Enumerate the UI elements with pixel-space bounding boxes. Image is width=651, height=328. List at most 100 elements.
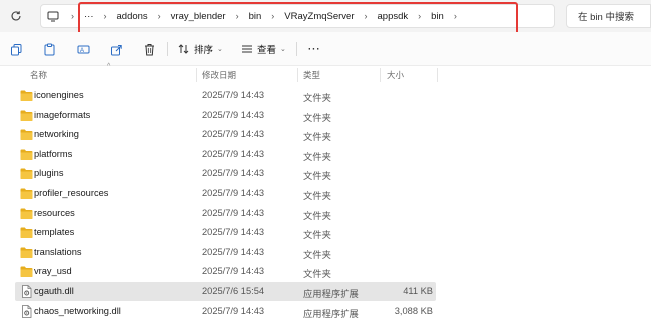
folder-icon: [20, 265, 33, 278]
column-header-type[interactable]: 类型: [303, 69, 320, 81]
folder-row[interactable]: profiler_resources 2025/7/9 14:43 文件夹: [0, 184, 651, 204]
column-header-date[interactable]: 修改日期: [202, 69, 236, 81]
copy-button[interactable]: [7, 40, 25, 58]
modified-date: 2025/7/9 14:43: [202, 129, 265, 140]
breadcrumb-separator[interactable]: ›: [412, 11, 427, 21]
file-type: 应用程序扩展: [303, 308, 359, 319]
breadcrumb-separator[interactable]: ›: [265, 11, 280, 21]
address-bar[interactable]: › ··· › addons › vray_blender › bin › VR…: [40, 4, 555, 28]
breadcrumb-item-appsdk[interactable]: appsdk: [374, 11, 413, 22]
file-name: iconengines: [34, 90, 84, 100]
share-button[interactable]: [107, 40, 125, 58]
folder-icon: [20, 207, 33, 220]
dll-file-icon: [20, 285, 33, 298]
file-type: 文件夹: [303, 132, 331, 143]
file-row[interactable]: cgauth.dll 2025/7/6 15:54 应用程序扩展 411 KB: [0, 281, 651, 302]
modified-date: 2025/7/9 14:43: [202, 90, 265, 100]
view-icon: [242, 45, 252, 53]
column-header-name[interactable]: 名称: [30, 69, 47, 81]
paste-icon: [44, 43, 54, 55]
svg-text:A: A: [80, 48, 84, 54]
dll-file-icon: [20, 304, 33, 318]
modified-date: 2025/7/9 14:43: [202, 266, 265, 277]
more-options-button[interactable]: ···: [308, 40, 321, 58]
column-header-row: ^ 名称 修改日期 类型 大小: [0, 63, 651, 84]
file-list: iconengines 2025/7/9 14:43 文件夹 imageformats…: [0, 86, 651, 321]
folder-icon: [20, 109, 33, 122]
modified-date: 2025/7/9 14:43: [202, 207, 265, 218]
this-pc-icon[interactable]: [41, 11, 65, 22]
breadcrumb-item-bin-current[interactable]: bin: [427, 11, 448, 22]
breadcrumb-separator[interactable]: ›: [448, 11, 463, 21]
folder-row[interactable]: networking 2025/7/9 14:43 文件夹: [0, 125, 651, 145]
folder-row[interactable]: templates 2025/7/9 14:43 文件夹: [0, 223, 651, 243]
breadcrumb-item-vrayzmqserver[interactable]: VRayZmqServer: [280, 11, 358, 22]
sort-icon: [178, 44, 189, 54]
refresh-button[interactable]: [6, 6, 26, 26]
column-resize-handle[interactable]: [297, 68, 298, 82]
paste-button[interactable]: [40, 40, 58, 58]
file-row[interactable]: chaos_networking.dll 2025/7/9 14:43 应用程序扩展…: [0, 302, 651, 322]
file-type: 文件夹: [303, 249, 331, 260]
folder-row[interactable]: translations 2025/7/9 14:43 文件夹: [0, 243, 651, 263]
breadcrumb-item-vray-blender[interactable]: vray_blender: [167, 11, 230, 22]
breadcrumb-separator[interactable]: ›: [359, 11, 374, 21]
rename-button[interactable]: A: [74, 40, 92, 58]
file-name: templates: [34, 227, 75, 238]
folder-row[interactable]: platforms 2025/7/9 14:43 文件夹: [0, 145, 651, 165]
column-resize-handle[interactable]: [196, 68, 197, 82]
breadcrumb-item-addons[interactable]: addons: [113, 11, 152, 22]
breadcrumb-separator[interactable]: ›: [152, 11, 167, 21]
sort-ascending-icon: ^: [107, 63, 111, 70]
folder-icon: [20, 246, 33, 259]
breadcrumb-item-bin[interactable]: bin: [245, 11, 266, 22]
breadcrumb: › ··· › addons › vray_blender › bin › VR…: [41, 5, 463, 27]
breadcrumb-separator[interactable]: ›: [230, 11, 245, 21]
modified-date: 2025/7/9 14:43: [202, 246, 265, 257]
folder-row[interactable]: resources 2025/7/9 14:43 文件夹: [0, 204, 651, 224]
modified-date: 2025/7/6 15:54: [202, 285, 265, 296]
trash-icon: [144, 43, 154, 55]
modified-date: 2025/7/9 14:43: [202, 187, 265, 198]
file-type: 文件夹: [303, 112, 331, 123]
modified-date: 2025/7/9 14:43: [202, 305, 265, 316]
sort-button[interactable]: 排序 ⌄: [178, 40, 223, 58]
file-name: plugins: [34, 168, 64, 179]
folder-row[interactable]: iconengines 2025/7/9 14:43 文件夹: [0, 86, 651, 106]
breadcrumb-separator[interactable]: ›: [65, 11, 80, 21]
modified-date: 2025/7/9 14:43: [202, 109, 265, 120]
file-name: networking: [34, 129, 79, 140]
file-name: translations: [34, 246, 82, 257]
folder-row[interactable]: vray_usd 2025/7/9 14:43 文件夹: [0, 262, 651, 282]
file-size: 411 KB: [403, 285, 433, 296]
file-type: 文件夹: [303, 151, 331, 162]
file-name: vray_usd: [34, 266, 72, 277]
folder-icon: [20, 187, 33, 200]
file-type: 文件夹: [303, 269, 331, 280]
copy-icon: [10, 43, 21, 55]
breadcrumb-separator[interactable]: ›: [98, 11, 113, 21]
file-type: 文件夹: [303, 230, 331, 241]
folder-row[interactable]: imageformats 2025/7/9 14:43 文件夹: [0, 106, 651, 126]
file-type: 文件夹: [303, 93, 331, 103]
file-type: 文件夹: [303, 190, 331, 201]
file-name: chaos_networking.dll: [34, 305, 121, 316]
sort-label: 排序: [194, 45, 214, 56]
column-resize-handle[interactable]: [437, 68, 438, 82]
search-input[interactable]: 在 bin 中搜索: [566, 4, 651, 28]
rename-icon: A: [77, 45, 89, 54]
breadcrumb-ellipsis[interactable]: ···: [80, 11, 98, 22]
toolbar-divider: [296, 42, 297, 56]
delete-button[interactable]: [140, 40, 158, 58]
folder-icon: [20, 167, 33, 180]
folder-row[interactable]: plugins 2025/7/9 14:43 文件夹: [0, 164, 651, 184]
address-bar-row: › ··· › addons › vray_blender › bin › VR…: [0, 0, 651, 32]
column-header-size[interactable]: 大小: [387, 69, 404, 81]
file-size: 3,088 KB: [394, 305, 433, 316]
view-button[interactable]: 查看 ⌄: [241, 40, 286, 58]
share-icon: [110, 44, 122, 55]
folder-icon: [20, 226, 33, 239]
chevron-down-icon: ⌄: [280, 46, 286, 53]
modified-date: 2025/7/9 14:43: [202, 148, 265, 159]
column-resize-handle[interactable]: [380, 68, 381, 82]
